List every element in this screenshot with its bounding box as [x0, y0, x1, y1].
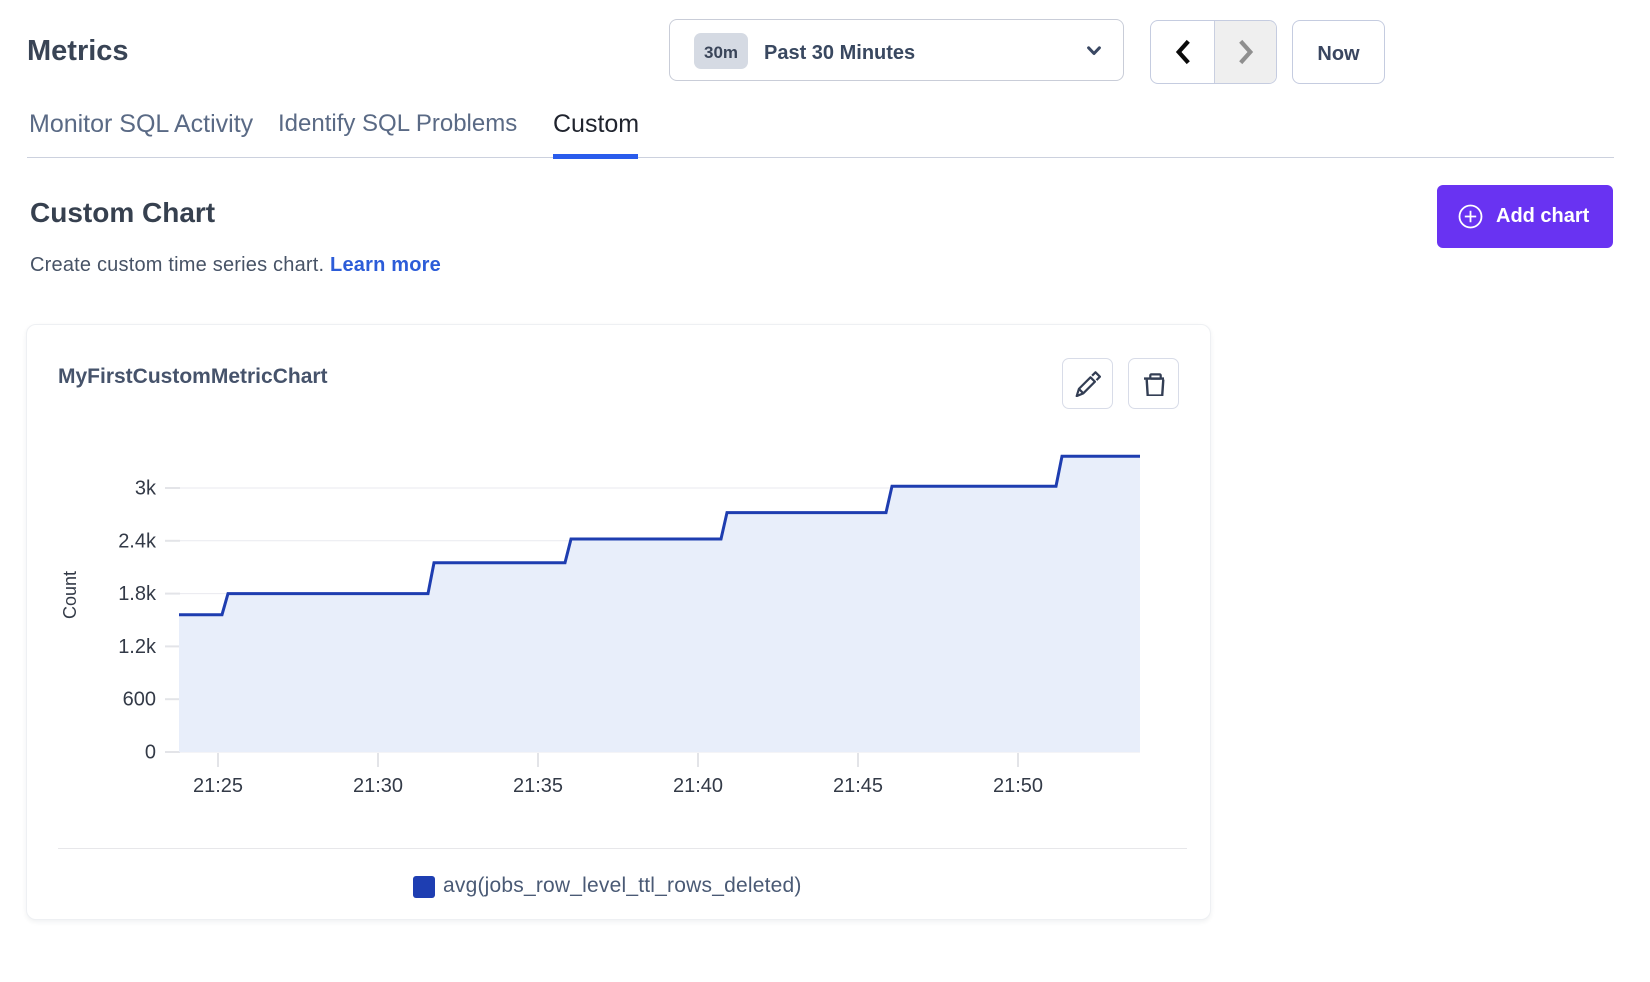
svg-text:2.4k: 2.4k [118, 530, 157, 552]
svg-text:21:30: 21:30 [353, 775, 403, 797]
svg-text:1.8k: 1.8k [118, 583, 157, 605]
svg-text:21:40: 21:40 [673, 775, 723, 797]
svg-text:0: 0 [145, 742, 156, 764]
svg-text:21:50: 21:50 [993, 775, 1043, 797]
svg-text:21:35: 21:35 [513, 775, 563, 797]
svg-text:Count: Count [60, 571, 80, 619]
svg-text:3k: 3k [135, 478, 157, 500]
svg-text:1.2k: 1.2k [118, 636, 157, 658]
svg-text:600: 600 [123, 689, 156, 711]
svg-text:21:45: 21:45 [833, 775, 883, 797]
svg-text:21:25: 21:25 [193, 775, 243, 797]
